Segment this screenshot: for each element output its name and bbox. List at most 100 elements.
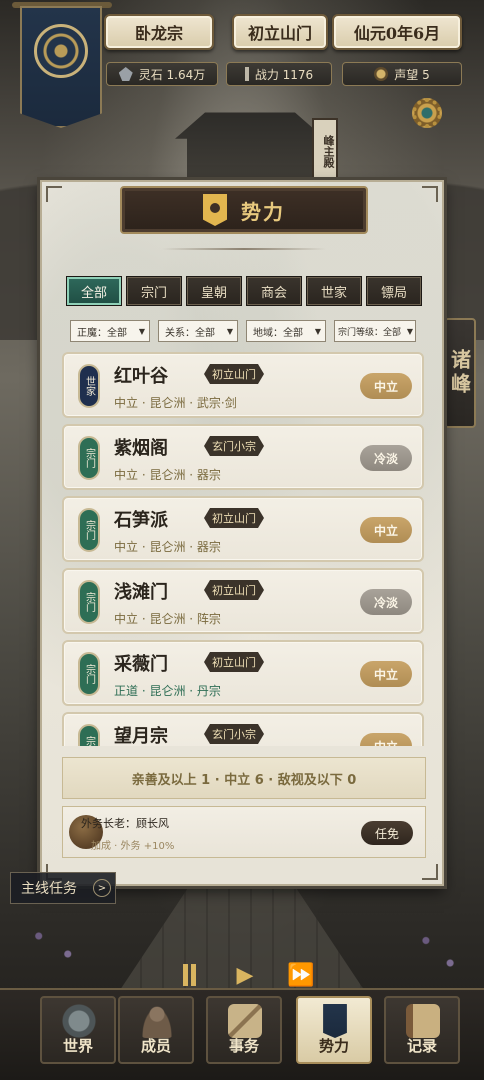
faction-rank-tag: 初立山门 <box>204 652 264 672</box>
tab-all[interactable]: 全部 <box>66 276 122 306</box>
faction-type-badge: 世家 <box>78 364 100 408</box>
nav-members[interactable]: 成员 <box>118 996 194 1064</box>
faction-info: 中立 · 昆仑洲 · 武宗·剑 <box>114 396 237 410</box>
title-divider <box>162 248 326 250</box>
relation-badge[interactable]: 冷淡 <box>360 445 412 471</box>
fast-forward-icon[interactable]: ⏩ <box>284 962 318 988</box>
filter-region-select[interactable]: 地域：全部 ▼ <box>246 320 326 342</box>
tab-sect[interactable]: 宗门 <box>126 276 182 306</box>
spirit-stones-stat[interactable]: 灵石 1.64万 <box>106 62 218 86</box>
faction-name: 浅滩门 <box>114 582 168 603</box>
relation-badge[interactable]: 中立 <box>360 373 412 399</box>
nav-world[interactable]: 世界 <box>40 996 116 1064</box>
filter-relation-select[interactable]: 关系：全部 ▼ <box>158 320 238 342</box>
panel-corner-ornament <box>422 186 438 202</box>
faction-name: 望月宗 <box>114 726 168 746</box>
spirit-stones-value: 灵石 1.64万 <box>138 67 206 82</box>
power-stat[interactable]: 战力 1176 <box>226 62 332 86</box>
faction-card[interactable]: 宗门 石笋派 初立山门 中立 · 昆仑洲 · 器宗 中立 <box>62 496 424 562</box>
hall-sign: 峰主殿 <box>312 118 338 180</box>
faction-name: 石笋派 <box>114 510 168 531</box>
faction-type-badge: 宗门 <box>78 652 100 696</box>
appoint-button[interactable]: 任免 <box>361 821 413 845</box>
quest-label: 主线任务 <box>21 881 77 897</box>
reputation-value: 声望 5 <box>394 67 430 82</box>
sect-emblem-banner[interactable] <box>20 6 102 128</box>
settings-gear-icon[interactable] <box>412 98 442 128</box>
tab-dynasty[interactable]: 皇朝 <box>186 276 242 306</box>
faction-rank-tag: 初立山门 <box>204 580 264 600</box>
faction-info: 正道 · 昆仑洲 · 丹宗 <box>114 684 221 698</box>
faction-name: 紫烟阁 <box>114 438 168 459</box>
relation-badge[interactable]: 冷淡 <box>360 589 412 615</box>
relation-summary: 亲善及以上 1 · 中立 6 · 敌视及以下 0 <box>62 757 426 799</box>
pause-icon[interactable] <box>172 962 206 988</box>
power-value: 战力 1176 <box>254 67 314 82</box>
speed-controls: ▶ ⏩ <box>172 962 318 988</box>
elder-title: 外务长老：顾长风 <box>81 817 169 830</box>
faction-name: 红叶谷 <box>114 366 168 387</box>
faction-rank-tag: 玄门小宗 <box>204 724 264 744</box>
nav-label: 世界 <box>62 1037 93 1055</box>
faction-type-tabs: 全部 宗门 皇朝 商会 世家 镖局 <box>66 276 422 306</box>
nav-label: 记录 <box>406 1037 437 1055</box>
faction-info: 中立 · 昆仑洲 · 器宗 <box>114 540 221 554</box>
main-quest-button[interactable]: 主线任务 > <box>10 872 116 904</box>
faction-type-badge: 宗门 <box>78 436 100 480</box>
faction-card[interactable]: 宗门 望月宗 玄门小宗 中立 <box>62 712 424 746</box>
caret-down-icon: ▼ <box>226 326 233 336</box>
scroll-icon <box>228 1004 262 1038</box>
tab-guild[interactable]: 商会 <box>246 276 302 306</box>
date-button[interactable]: 仙元0年6月 <box>332 14 462 50</box>
faction-panel: 势力 全部 宗门 皇朝 商会 世家 镖局 正魔：全部 ▼ 关系：全部 ▼ 地域：… <box>40 180 444 886</box>
filter-row: 正魔：全部 ▼ 关系：全部 ▼ 地域：全部 ▼ 宗门等级：全部 ▼ <box>70 320 416 342</box>
bottom-nav: 世界 成员 事务 势力 记录 <box>0 988 484 1080</box>
tab-clan[interactable]: 世家 <box>306 276 362 306</box>
filter-alignment-select[interactable]: 正魔：全部 ▼ <box>70 320 150 342</box>
tab-escort[interactable]: 镖局 <box>366 276 422 306</box>
member-icon <box>140 1004 174 1038</box>
faction-type-badge: 宗门 <box>78 580 100 624</box>
relation-badge[interactable]: 中立 <box>360 661 412 687</box>
faction-type-badge: 宗门 <box>78 724 100 746</box>
faction-rank-tag: 玄门小宗 <box>204 436 264 456</box>
faction-list[interactable]: 世家 红叶谷 初立山门 中立 · 昆仑洲 · 武宗·剑 中立 宗门 紫烟阁 玄门… <box>62 352 426 746</box>
reputation-stat[interactable]: 声望 5 <box>342 62 462 86</box>
side-tab-peaks[interactable]: 诸峰 <box>444 318 476 428</box>
filter-label: 地域：全部 <box>253 327 303 339</box>
panel-title-plaque: 势力 <box>120 186 368 234</box>
faction-card[interactable]: 宗门 紫烟阁 玄门小宗 中立 · 昆仑洲 · 器宗 冷淡 <box>62 424 424 490</box>
spirit-stone-icon <box>118 67 133 81</box>
panel-corner-ornament <box>422 864 438 880</box>
nav-affairs[interactable]: 事务 <box>206 996 282 1064</box>
relation-badge[interactable]: 中立 <box>360 517 412 543</box>
chevron-right-icon: > <box>93 879 111 897</box>
play-icon[interactable]: ▶ <box>228 962 262 988</box>
faction-info: 中立 · 昆仑洲 · 阵宗 <box>114 612 221 626</box>
filter-sect-level-select[interactable]: 宗门等级：全部 ▼ <box>334 320 416 342</box>
banner-icon <box>203 194 227 226</box>
nav-factions[interactable]: 势力 <box>296 996 372 1064</box>
faction-info: 中立 · 昆仑洲 · 器宗 <box>114 468 221 482</box>
faction-card[interactable]: 世家 红叶谷 初立山门 中立 · 昆仑洲 · 武宗·剑 中立 <box>62 352 424 418</box>
book-icon <box>406 1004 440 1038</box>
reputation-icon <box>374 67 389 81</box>
filter-label: 关系：全部 <box>165 327 215 339</box>
filter-label: 宗门等级：全部 <box>338 327 402 338</box>
taiji-emblem-icon <box>34 24 88 78</box>
world-icon <box>62 1004 96 1038</box>
faction-card[interactable]: 宗门 采薇门 初立山门 正道 · 昆仑洲 · 丹宗 中立 <box>62 640 424 706</box>
elder-bonus: 加成 · 外务 +10% <box>91 841 175 852</box>
sect-name-button[interactable]: 卧龙宗 <box>104 14 214 50</box>
nav-records[interactable]: 记录 <box>384 996 460 1064</box>
sword-icon <box>244 67 249 81</box>
relation-badge[interactable]: 中立 <box>360 733 412 746</box>
faction-card[interactable]: 宗门 浅滩门 初立山门 中立 · 昆仑洲 · 阵宗 冷淡 <box>62 568 424 634</box>
faction-type-badge: 宗门 <box>78 508 100 552</box>
sect-rank-button[interactable]: 初立山门 <box>232 14 328 50</box>
nav-label: 事务 <box>228 1037 259 1055</box>
faction-name: 采薇门 <box>114 654 168 675</box>
faction-rank-tag: 初立山门 <box>204 508 264 528</box>
banner-icon <box>323 1004 347 1038</box>
panel-corner-ornament <box>46 186 62 202</box>
